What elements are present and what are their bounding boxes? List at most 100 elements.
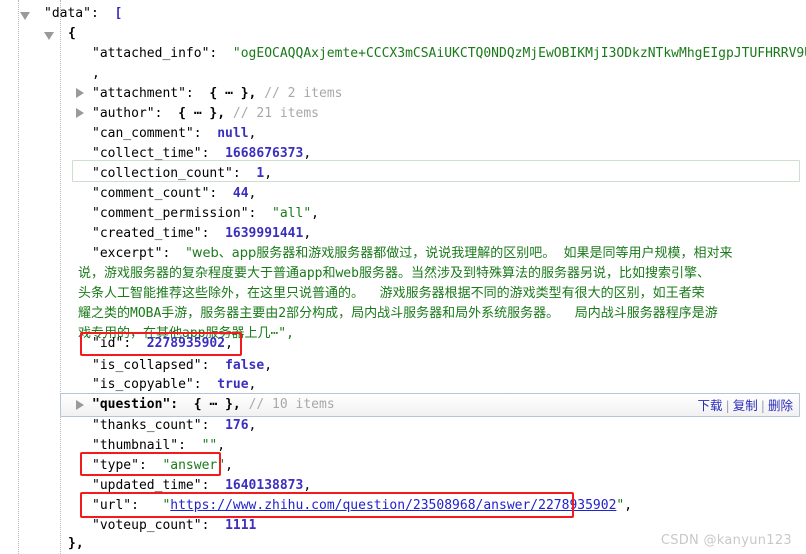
key-excerpt: "excerpt": [92, 246, 163, 261]
value-thanks-count: 176: [225, 418, 249, 433]
row-updated-time[interactable]: "updated_time": 1640138873,: [92, 476, 311, 496]
colon-collection-count: :: [232, 166, 241, 181]
expand-toggle-attachment-icon[interactable]: [76, 88, 84, 98]
copy-link[interactable]: 复制: [733, 398, 758, 413]
expand-toggle-author-icon[interactable]: [76, 108, 84, 118]
row-url[interactable]: "url": "https://www.zhihu.com/question/2…: [92, 496, 632, 516]
value-voteup-count: 1111: [225, 518, 257, 533]
value-author: { ⋯ },: [178, 106, 226, 121]
row-id[interactable]: "id": 2278935902,: [92, 334, 233, 354]
comma-collect-time: ,: [303, 146, 312, 161]
row-is-copyable[interactable]: "is_copyable": true,: [92, 375, 256, 395]
colon-is-collapsed: :: [201, 358, 210, 373]
colon-excerpt: :: [162, 246, 171, 261]
value-is-copyable: true: [217, 377, 249, 392]
expand-toggle-data-icon[interactable]: [20, 12, 30, 20]
row-attached-info-comma: ,: [92, 64, 100, 84]
value-type: "answer": [162, 458, 226, 473]
key-comment-count: "comment_count": [92, 186, 210, 201]
key-attachment: "attachment": [92, 86, 186, 101]
key-is-collapsed: "is_collapsed": [92, 358, 202, 373]
comma-comment-permission: ,: [311, 206, 319, 221]
key-collection-count: "collection_count": [92, 166, 233, 181]
comma-url: ,: [624, 498, 633, 513]
colon-comment-permission: :: [248, 206, 257, 221]
url-link[interactable]: https://www.zhihu.com/question/23508968/…: [170, 498, 616, 513]
value-comment-permission: "all": [272, 206, 312, 221]
action-separator-1: |: [725, 398, 730, 413]
value-comment-count: 44: [232, 186, 249, 201]
colon-author: :: [154, 106, 163, 121]
row-comment-count[interactable]: "comment_count": 44,: [92, 184, 256, 204]
value-excerpt-line-3: 头条人工智能推荐这些除外，在这里只说普通的。 游戏服务器根据不同的游戏类型有很大…: [78, 286, 705, 301]
row-object-close: },: [68, 534, 84, 554]
value-updated-time: 1640138873: [225, 478, 304, 493]
row-voteup-count[interactable]: "voteup_count": 1111: [92, 516, 256, 536]
open-bracket: [: [114, 6, 123, 21]
row-object-open: {: [68, 24, 76, 44]
value-excerpt-line-2: 说，游戏服务器的复杂程度要大于普通app和web服务器。当然涉及到特殊算法的服务…: [78, 266, 710, 281]
colon-type: :: [138, 458, 147, 473]
key-can-comment: "can_comment": [92, 126, 194, 141]
colon-attached-info: :: [209, 46, 218, 61]
row-is-collapsed[interactable]: "is_collapsed": false,: [92, 356, 272, 376]
key-question: "question": [92, 397, 171, 412]
row-thumbnail[interactable]: "thumbnail": "",: [92, 436, 225, 456]
row-data: "data": [: [44, 4, 122, 24]
key-attached-info: "attached_info": [92, 46, 210, 61]
key-voteup-count: "voteup_count": [92, 518, 202, 533]
colon-is-copyable: :: [193, 377, 202, 392]
key-updated-time: "updated_time": [92, 478, 202, 493]
value-id: 2278935902: [146, 336, 226, 351]
comma-type: ,: [225, 458, 233, 473]
comma-created-time: ,: [303, 226, 312, 241]
comma-id: ,: [225, 336, 233, 351]
comma-is-collapsed: ,: [264, 358, 273, 373]
value-excerpt-line-4: 耀之类的MOBA手游，服务器主要由2部分构成，局内战斗服务器和局外系统服务器。 …: [78, 306, 718, 321]
expand-toggle-question-icon[interactable]: [76, 400, 84, 410]
comma-collection-count: ,: [264, 166, 273, 181]
json-tree-viewer[interactable]: 下载 | 复制 | 删除 "data": [ { "attached_info": "o…: [0, 0, 806, 554]
key-type: "type": [92, 458, 139, 473]
indent-guide-level-0: [18, 0, 19, 554]
row-action-links[interactable]: 下载 | 复制 | 删除: [698, 394, 793, 418]
row-author[interactable]: "author": { ⋯ }, // 21 items: [92, 104, 319, 124]
colon-can-comment: :: [193, 126, 202, 141]
delete-link[interactable]: 删除: [768, 398, 793, 413]
comment-attachment: // 2 items: [264, 86, 343, 101]
comma-thanks-count: ,: [248, 418, 257, 433]
row-thanks-count[interactable]: "thanks_count": 176,: [92, 416, 256, 436]
row-question[interactable]: "question": { ⋯ }, // 10 items: [92, 395, 335, 415]
key-thumbnail: "thumbnail": [92, 438, 179, 453]
comma-is-copyable: ,: [248, 377, 257, 392]
colon-attachment: :: [185, 86, 194, 101]
value-collect-time: 1668676373: [225, 146, 304, 161]
row-excerpt[interactable]: "excerpt": "web、app服务器和游戏服务器都做过，说说我理解的区别…: [92, 244, 733, 264]
colon-thanks-count: :: [201, 418, 210, 433]
row-attachment[interactable]: "attachment": { ⋯ }, // 2 items: [92, 84, 342, 104]
row-type[interactable]: "type": "answer",: [92, 456, 233, 476]
row-comment-permission[interactable]: "comment_permission": "all",: [92, 204, 319, 224]
key-url: "url": [92, 498, 132, 513]
close-brace: },: [68, 536, 84, 551]
open-brace: {: [68, 26, 76, 41]
row-attached-info[interactable]: "attached_info": "ogEOCAQQAxjemte+CCCX3m…: [92, 44, 806, 64]
value-excerpt-line-1: "web、app服务器和游戏服务器都做过，说说我理解的区别吧。 如果是同等用户规…: [185, 246, 733, 261]
key-thanks-count: "thanks_count": [92, 418, 202, 433]
colon-thumbnail: :: [178, 438, 186, 453]
value-attachment: { ⋯ },: [209, 86, 257, 101]
download-link[interactable]: 下载: [698, 398, 723, 413]
row-created-time[interactable]: "created_time": 1639991441,: [92, 224, 311, 244]
row-collect-time[interactable]: "collect_time": 1668676373,: [92, 144, 311, 164]
key-collect-time: "collect_time": [92, 146, 202, 161]
comment-author: // 21 items: [232, 106, 319, 121]
key-author: "author": [92, 106, 155, 121]
colon-updated-time: :: [201, 478, 210, 493]
colon-question: :: [170, 397, 179, 412]
comma-updated-time: ,: [303, 478, 312, 493]
comma-comment-count: ,: [248, 186, 257, 201]
key-is-copyable: "is_copyable": [92, 377, 194, 392]
expand-toggle-object-icon[interactable]: [44, 32, 54, 40]
row-collection-count[interactable]: "collection_count": 1,: [92, 164, 272, 184]
row-can-comment[interactable]: "can_comment": null,: [92, 124, 256, 144]
